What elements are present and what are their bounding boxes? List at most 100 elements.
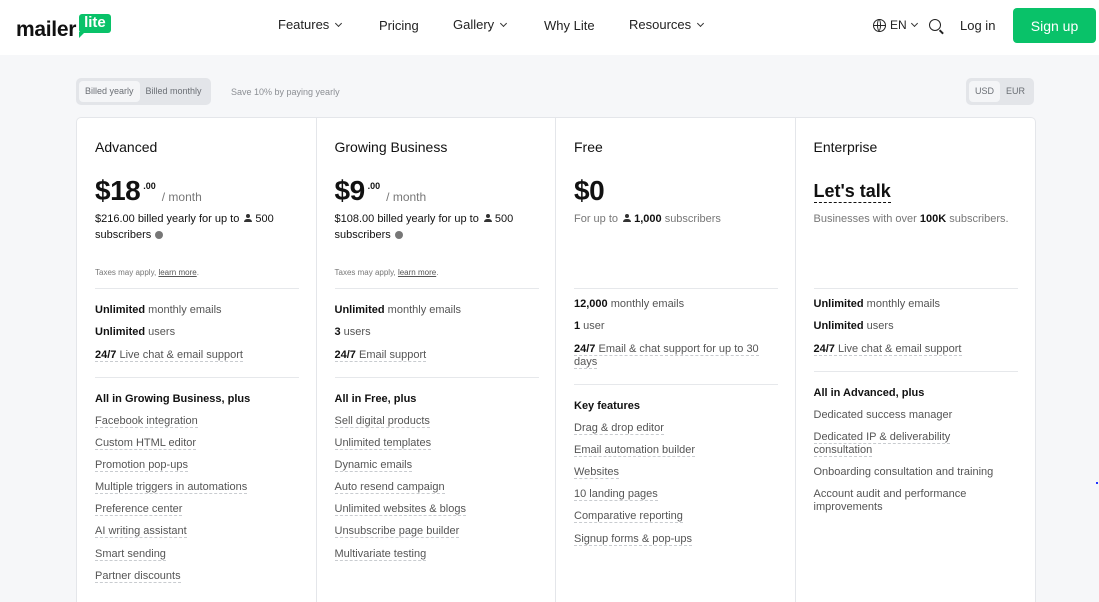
divider — [95, 377, 299, 378]
language-selector[interactable]: EN — [873, 18, 918, 32]
billed-monthly-option[interactable]: Billed monthly — [140, 81, 208, 102]
feature-item-label: Smart sending — [95, 548, 166, 561]
feature-support[interactable]: 24/7 Email & chat support for up to 30 d… — [574, 343, 779, 369]
enterprise-description: Businesses with over 100K subscribers. — [814, 211, 1019, 227]
feature-item[interactable]: Websites — [574, 466, 779, 479]
feature-item[interactable]: Unlimited templates — [334, 437, 540, 450]
search-icon[interactable] — [929, 19, 941, 31]
feature-item[interactable]: Email automation builder — [574, 444, 779, 457]
feature-item[interactable]: Multiple triggers in automations — [95, 481, 300, 494]
subscriber-count: 1,000 — [634, 213, 662, 225]
currency-toggle: USD EUR — [966, 78, 1035, 105]
feature-item[interactable]: Auto resend campaign — [334, 481, 540, 494]
feature-item[interactable]: 10 landing pages — [574, 488, 779, 501]
feature-support[interactable]: 24/7 Live chat & email support — [813, 343, 1019, 356]
price-period: / month — [161, 190, 202, 204]
feature-item-label: Websites — [574, 466, 620, 479]
feature-value: Unlimited — [813, 298, 864, 310]
feature-item-label: Multivariate testing — [334, 548, 427, 561]
feature-item-label: Dedicated success manager — [813, 409, 953, 421]
nav-pricing[interactable]: Pricing — [379, 18, 419, 33]
section-title: All in Free, plus — [334, 393, 417, 405]
nav-why-lite[interactable]: Why Lite — [544, 18, 595, 33]
feature-item[interactable]: Promotion pop-ups — [95, 459, 300, 472]
feature-item-label: Signup forms & pop-ups — [574, 533, 693, 546]
description-text: Businesses with over — [813, 213, 917, 225]
feature-item-label: Email automation builder — [574, 444, 696, 457]
currency-usd-option[interactable]: USD — [969, 81, 1001, 102]
feature-item[interactable]: Multivariate testing — [334, 548, 540, 561]
plan-name: Enterprise — [813, 139, 878, 155]
feature-text: users — [145, 326, 176, 338]
feature-item[interactable]: Preference center — [95, 503, 300, 516]
nav-resources[interactable]: Resources — [629, 17, 705, 32]
billed-text: For up to — [574, 213, 619, 225]
nav-gallery[interactable]: Gallery — [453, 17, 508, 32]
chevron-down-icon — [697, 19, 705, 27]
learn-more-link[interactable]: learn more — [158, 268, 196, 277]
billing-period-toggle: Billed yearly Billed monthly — [76, 78, 211, 105]
subscribers-label: subscribers — [95, 229, 152, 241]
feature-value: 24/7 — [813, 343, 835, 355]
feature-text: users — [340, 326, 371, 338]
feature-text: monthly emails — [145, 304, 222, 316]
logo-word: mailer — [16, 18, 77, 41]
feature-item[interactable]: Drag & drop editor — [574, 422, 779, 435]
feature-item-label: 10 landing pages — [574, 488, 658, 501]
feature-item[interactable]: Partner discounts — [95, 570, 300, 583]
plan-price: $18 .00 / month — [95, 175, 202, 207]
info-icon[interactable] — [394, 231, 403, 239]
feature-item[interactable]: Comparative reporting — [574, 510, 779, 523]
feature-item[interactable]: Unsubscribe page builder — [334, 525, 540, 538]
feature-text: Email support — [355, 349, 427, 361]
lets-talk-link[interactable]: Let's talk — [813, 180, 891, 203]
learn-more-link[interactable]: learn more — [398, 268, 436, 277]
feature-item: Dedicated success manager — [814, 409, 1019, 422]
signup-button[interactable]: Sign up — [1013, 8, 1096, 43]
feature-item[interactable]: Facebook integration — [95, 415, 300, 428]
feature-users: Unlimited users — [95, 326, 300, 339]
feature-value: 12,000 — [574, 298, 608, 310]
divider — [813, 371, 1018, 372]
feature-item[interactable]: Dedicated IP & deliverability consultati… — [813, 431, 974, 457]
billed-yearly-option[interactable]: Billed yearly — [79, 81, 140, 102]
nav-features[interactable]: Features — [278, 17, 343, 32]
section-title: All in Advanced, plus — [813, 387, 925, 399]
price-period: / month — [386, 190, 427, 204]
feature-item[interactable]: Smart sending — [95, 548, 300, 561]
plan-name: Advanced — [95, 139, 158, 155]
feature-item-label: Account audit and performance improvemen… — [813, 488, 967, 513]
info-icon[interactable] — [155, 231, 164, 239]
taxes-note: Taxes may apply, learn more. — [334, 268, 439, 277]
divider — [813, 288, 1018, 289]
feature-item[interactable]: Sell digital products — [334, 415, 540, 428]
feature-value: Unlimited — [813, 320, 864, 332]
currency-eur-option[interactable]: EUR — [1000, 81, 1031, 102]
plan-card-enterprise: Enterprise Let's talk Businesses with ov… — [796, 118, 1036, 602]
billing-description: $216.00 billed yearly for up to 500 subs… — [95, 211, 300, 243]
feature-support[interactable]: 24/7 Email support — [334, 349, 540, 362]
plan-card-advanced: Advanced $18 .00 / month $216.00 billed … — [77, 118, 317, 602]
feature-item-label: Dynamic emails — [334, 459, 413, 472]
feature-support[interactable]: 24/7 Live chat & email support — [95, 349, 300, 362]
billing-description: For up to 1,000 subscribers — [574, 211, 779, 227]
feature-item-label: Unlimited websites & blogs — [334, 503, 466, 516]
divider — [574, 384, 778, 385]
plan-card-growing-business: Growing Business $9 .00 / month $108.00 … — [317, 118, 556, 602]
feature-item[interactable]: Signup forms & pop-ups — [574, 533, 779, 546]
feature-item-label: Auto resend campaign — [334, 481, 445, 494]
mailerlite-logo[interactable]: mailer lite — [16, 10, 111, 40]
feature-text: monthly emails — [384, 304, 462, 316]
section-title: All in Growing Business, plus — [95, 393, 251, 405]
feature-item[interactable]: Unlimited websites & blogs — [334, 503, 540, 516]
feature-item[interactable]: Dynamic emails — [334, 459, 540, 472]
plan-name: Growing Business — [334, 139, 448, 155]
feature-item[interactable]: Custom HTML editor — [95, 437, 300, 450]
login-link[interactable]: Log in — [960, 18, 995, 33]
pricing-plans: Advanced $18 .00 / month $216.00 billed … — [76, 117, 1036, 602]
feature-item-label: Facebook integration — [95, 415, 198, 428]
feature-item[interactable]: AI writing assistant — [95, 525, 300, 538]
feature-users: 1 user — [574, 320, 779, 333]
feature-value: 24/7 — [95, 349, 117, 361]
top-navigation-bar: mailer lite Features Pricing Gallery Why… — [0, 0, 1099, 55]
